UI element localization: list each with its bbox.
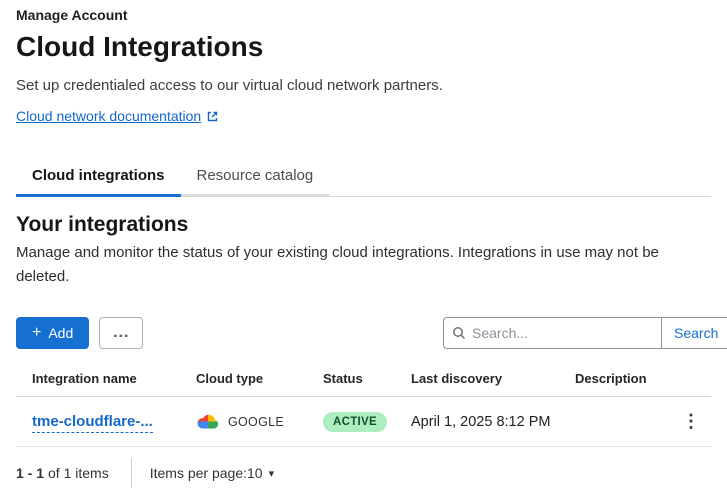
plus-icon: +	[32, 325, 41, 341]
add-button[interactable]: + Add	[16, 317, 89, 349]
toolbar-left: + Add ...	[16, 317, 143, 349]
toolbar: + Add ... Search	[16, 317, 711, 349]
tab-resource-catalog[interactable]: Resource catalog	[181, 156, 330, 197]
status-cell: ACTIVE	[307, 412, 395, 432]
items-range-suffix: of 1 items	[48, 465, 109, 481]
cloud-docs-link[interactable]: Cloud network documentation	[16, 108, 219, 124]
cloud-type-cell: GOOGLE	[180, 412, 307, 431]
table-header: Integration name Cloud type Status Last …	[16, 365, 711, 397]
per-page-value: 10	[247, 465, 263, 481]
table-row: tme-cloudflare-... GOOG	[16, 397, 711, 447]
overflow-icon: ...	[113, 324, 129, 341]
last-discovery-cell: April 1, 2025 8:12 PM	[395, 414, 559, 430]
section-title: Your integrations	[16, 213, 711, 237]
row-kebab-menu[interactable]: ⋮	[671, 411, 711, 432]
col-cloud-type: Cloud type	[180, 371, 307, 386]
tab-bar: Cloud integrations Resource catalog	[16, 156, 711, 197]
breadcrumb: Manage Account	[16, 7, 711, 23]
col-description: Description	[559, 371, 671, 386]
col-last-discovery: Last discovery	[395, 371, 559, 386]
caret-down-icon: ▾	[269, 467, 275, 480]
col-integration-name: Integration name	[16, 371, 180, 386]
integration-name-link[interactable]: tme-cloudflare-...	[16, 413, 180, 430]
external-link-icon	[206, 110, 219, 123]
overflow-menu-button[interactable]: ...	[99, 317, 143, 349]
cloud-type-label: GOOGLE	[228, 415, 284, 429]
per-page-label: Items per page:	[150, 465, 247, 481]
per-page-select[interactable]: 10 ▾	[247, 465, 274, 481]
tab-cloud-integrations[interactable]: Cloud integrations	[16, 156, 181, 197]
integrations-table: Integration name Cloud type Status Last …	[16, 365, 711, 447]
footer-divider	[131, 458, 132, 488]
search-button[interactable]: Search	[662, 317, 727, 349]
search-input[interactable]	[472, 325, 653, 341]
page-title: Cloud Integrations	[16, 31, 711, 63]
cloud-integrations-page: Manage Account Cloud Integrations Set up…	[0, 7, 727, 495]
search-group: Search	[443, 317, 711, 349]
add-button-label: Add	[48, 325, 73, 341]
search-box	[443, 317, 662, 349]
col-status: Status	[307, 371, 395, 386]
status-badge: ACTIVE	[323, 412, 387, 432]
google-cloud-icon	[196, 412, 220, 431]
kebab-icon: ⋮	[682, 411, 700, 432]
search-icon	[452, 326, 466, 340]
pagination-bar: 1 - 1 of 1 items Items per page: 10 ▾	[16, 451, 711, 495]
doc-link-label: Cloud network documentation	[16, 108, 201, 124]
page-subtitle: Set up credentialed access to our virtua…	[16, 77, 711, 94]
items-range: 1 - 1	[16, 465, 44, 481]
section-description: Manage and monitor the status of your ex…	[16, 241, 711, 289]
